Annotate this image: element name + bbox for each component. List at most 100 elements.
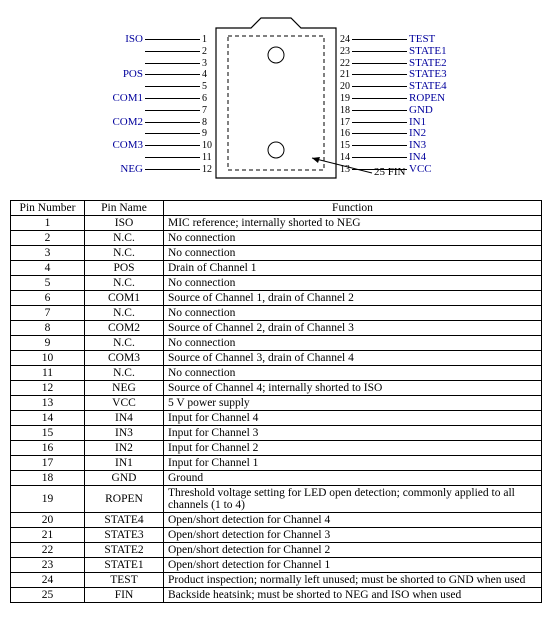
cell-function: Source of Channel 3, drain of Channel 4 bbox=[164, 351, 542, 366]
cell-pin-number: 17 bbox=[11, 456, 85, 471]
fin-num: 25 bbox=[374, 166, 385, 178]
pin-lead bbox=[352, 51, 407, 52]
pin-right-16: 16IN2 bbox=[336, 128, 466, 139]
table-header-row: Pin Number Pin Name Function bbox=[11, 201, 542, 216]
cell-pin-name: COM3 bbox=[85, 351, 164, 366]
table-row: 12NEGSource of Channel 4; internally sho… bbox=[11, 381, 542, 396]
table-row: 21STATE3Open/short detection for Channel… bbox=[11, 528, 542, 543]
pin-lead bbox=[145, 157, 200, 158]
pin-number: 17 bbox=[336, 117, 350, 128]
cell-pin-number: 12 bbox=[11, 381, 85, 396]
pin-number: 10 bbox=[202, 140, 216, 151]
pin-right-18: 18GND bbox=[336, 105, 466, 116]
pin-lead bbox=[352, 86, 407, 87]
cell-function: Input for Channel 1 bbox=[164, 456, 542, 471]
cell-function: No connection bbox=[164, 366, 542, 381]
pin-name: NEG bbox=[108, 164, 143, 175]
pin-number: 5 bbox=[202, 81, 216, 92]
cell-pin-number: 24 bbox=[11, 573, 85, 588]
cell-pin-name: IN1 bbox=[85, 456, 164, 471]
pin-left-10: COM3 10 bbox=[86, 140, 216, 151]
cell-pin-name: STATE2 bbox=[85, 543, 164, 558]
cell-pin-number: 6 bbox=[11, 291, 85, 306]
pin-number: 13 bbox=[336, 164, 350, 175]
cell-pin-number: 2 bbox=[11, 231, 85, 246]
table-row: 3N.C.No connection bbox=[11, 246, 542, 261]
cell-pin-name: IN4 bbox=[85, 411, 164, 426]
cell-pin-number: 4 bbox=[11, 261, 85, 276]
table-row: 8COM2Source of Channel 2, drain of Chann… bbox=[11, 321, 542, 336]
pin-left-4: POS 4 bbox=[86, 69, 216, 80]
pin-number: 4 bbox=[202, 69, 216, 80]
cell-pin-name: N.C. bbox=[85, 366, 164, 381]
pin-lead bbox=[145, 51, 200, 52]
pin-name: IN2 bbox=[409, 128, 454, 139]
pin-name: VCC bbox=[409, 164, 454, 175]
table-row: 7N.C.No connection bbox=[11, 306, 542, 321]
pin-lead bbox=[352, 157, 407, 158]
table-row: 17IN1Input for Channel 1 bbox=[11, 456, 542, 471]
table-row: 15IN3Input for Channel 3 bbox=[11, 426, 542, 441]
table-row: 9N.C.No connection bbox=[11, 336, 542, 351]
pin-name: POS bbox=[108, 69, 143, 80]
pin-number: 11 bbox=[202, 152, 216, 163]
pin-lead bbox=[145, 122, 200, 123]
pin-number: 2 bbox=[202, 46, 216, 57]
cell-pin-name: N.C. bbox=[85, 306, 164, 321]
cell-pin-number: 5 bbox=[11, 276, 85, 291]
pin-left-9: 9 bbox=[86, 128, 216, 139]
cell-function: 5 V power supply bbox=[164, 396, 542, 411]
pin-right-23: 23STATE1 bbox=[336, 46, 466, 57]
pin-number: 9 bbox=[202, 128, 216, 139]
pin-number: 19 bbox=[336, 93, 350, 104]
cell-pin-name: STATE4 bbox=[85, 513, 164, 528]
cell-pin-name: IN3 bbox=[85, 426, 164, 441]
cell-pin-number: 8 bbox=[11, 321, 85, 336]
pin-name: ROPEN bbox=[409, 93, 454, 104]
pin-name: COM2 bbox=[108, 117, 143, 128]
cell-pin-number: 19 bbox=[11, 486, 85, 513]
cell-pin-number: 7 bbox=[11, 306, 85, 321]
cell-function: Source of Channel 1, drain of Channel 2 bbox=[164, 291, 542, 306]
cell-function: Backside heatsink; must be shorted to NE… bbox=[164, 588, 542, 603]
pin-lead bbox=[145, 98, 200, 99]
pin-right-17: 17IN1 bbox=[336, 117, 466, 128]
pin-right-15: 15IN3 bbox=[336, 140, 466, 151]
cell-pin-number: 21 bbox=[11, 528, 85, 543]
cell-pin-name: N.C. bbox=[85, 336, 164, 351]
table-row: 16IN2Input for Channel 2 bbox=[11, 441, 542, 456]
pin-lead bbox=[352, 133, 407, 134]
fin-name: FIN bbox=[388, 166, 406, 178]
table-row: 10COM3Source of Channel 3, drain of Chan… bbox=[11, 351, 542, 366]
pin-number: 15 bbox=[336, 140, 350, 151]
cell-pin-number: 23 bbox=[11, 558, 85, 573]
pin-name: STATE3 bbox=[409, 69, 454, 80]
cell-function: No connection bbox=[164, 246, 542, 261]
pin-lead bbox=[352, 39, 407, 40]
table-row: 6COM1Source of Channel 1, drain of Chann… bbox=[11, 291, 542, 306]
pin-number: 23 bbox=[336, 46, 350, 57]
cell-function: Input for Channel 3 bbox=[164, 426, 542, 441]
cell-pin-name: ISO bbox=[85, 216, 164, 231]
pin-lead bbox=[145, 169, 200, 170]
cell-function: Open/short detection for Channel 4 bbox=[164, 513, 542, 528]
pin-number: 22 bbox=[336, 58, 350, 69]
pin-name: COM3 bbox=[108, 140, 143, 151]
table-row: 24TESTProduct inspection; normally left … bbox=[11, 573, 542, 588]
pin-lead bbox=[352, 110, 407, 111]
cell-pin-number: 25 bbox=[11, 588, 85, 603]
cell-function: Open/short detection for Channel 2 bbox=[164, 543, 542, 558]
cell-function: No connection bbox=[164, 306, 542, 321]
pin-number: 18 bbox=[336, 105, 350, 116]
pin-lead bbox=[145, 63, 200, 64]
pin-right-20: 20STATE4 bbox=[336, 81, 466, 92]
header-function: Function bbox=[164, 201, 542, 216]
pin-left-5: 5 bbox=[86, 81, 216, 92]
cell-pin-number: 11 bbox=[11, 366, 85, 381]
pin-right-22: 22STATE2 bbox=[336, 58, 466, 69]
table-row: 20STATE4Open/short detection for Channel… bbox=[11, 513, 542, 528]
cell-function: Product inspection; normally left unused… bbox=[164, 573, 542, 588]
cell-pin-number: 20 bbox=[11, 513, 85, 528]
cell-pin-number: 14 bbox=[11, 411, 85, 426]
cell-pin-name: NEG bbox=[85, 381, 164, 396]
